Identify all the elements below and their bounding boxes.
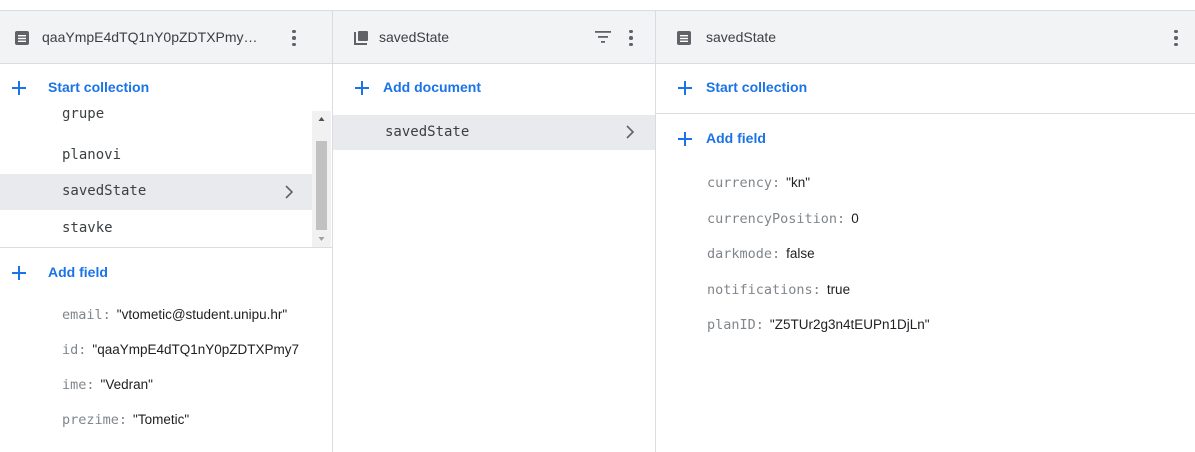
chevron-right-icon	[285, 185, 294, 199]
collection-item-savedstate[interactable]: savedState	[0, 174, 312, 210]
field-key: ime	[62, 377, 87, 393]
field-row-darkmode[interactable]: darkmode: false	[707, 246, 815, 262]
field-key: prezime	[62, 412, 119, 428]
add-field-label: Add field	[706, 130, 766, 146]
field-key: currency	[707, 175, 773, 191]
document-fields: email: "vtometic@student.unipu.hr" id: "qa…	[0, 298, 331, 452]
selected-document-panel: savedState Start collection Add field cu…	[655, 10, 1195, 452]
field-key: darkmode	[707, 246, 773, 262]
panel-header: savedState	[656, 10, 1195, 64]
panel-header: qaaYmpE4dTQ1nY0pZDTXPmy…	[0, 10, 332, 64]
more-vert-icon[interactable]	[1166, 25, 1186, 51]
field-row-prezime[interactable]: prezime: "Tometic"	[62, 412, 189, 428]
panel-title: savedState	[706, 29, 777, 45]
field-key: planID	[707, 317, 756, 333]
field-value: "vtometic@student.unipu.hr"	[116, 307, 288, 322]
field-value: false	[786, 246, 815, 261]
field-row-notifications[interactable]: notifications: true	[707, 282, 850, 298]
field-value: "Tometic"	[133, 412, 190, 427]
field-key: currencyPosition	[707, 211, 838, 227]
field-key: id	[62, 342, 79, 358]
start-collection-label: Start collection	[48, 79, 150, 95]
field-value: "kn"	[786, 175, 811, 190]
field-row-currencyposition[interactable]: currencyPosition: 0	[707, 211, 859, 227]
document-label: savedState	[385, 124, 470, 140]
add-document-label: Add document	[383, 79, 481, 95]
collection-label: stavke	[62, 220, 113, 236]
start-collection-label: Start collection	[706, 79, 808, 95]
more-vert-icon[interactable]	[284, 25, 304, 51]
start-collection-button[interactable]: Start collection	[656, 63, 1195, 113]
collection-panel: savedState Add document savedState	[332, 10, 655, 452]
scrollbar-thumb[interactable]	[316, 141, 327, 230]
field-value: 0	[851, 211, 859, 226]
scroll-down-arrow-icon[interactable]	[312, 233, 331, 245]
field-value: "qaaYmpE4dTQ1nY0pZDTXPmy7	[92, 342, 300, 357]
collection-item-grupe[interactable]: grupe	[0, 103, 312, 131]
scroll-up-arrow-icon[interactable]	[312, 113, 331, 125]
document-icon	[677, 31, 691, 45]
document-panel-root: qaaYmpE4dTQ1nY0pZDTXPmy… Start collectio…	[0, 10, 332, 452]
collection-label: grupe	[62, 106, 105, 122]
document-icon	[15, 31, 29, 45]
add-document-button[interactable]: Add document	[333, 63, 655, 113]
collection-scrollbar[interactable]	[312, 111, 331, 247]
chevron-right-icon	[626, 125, 635, 139]
field-row-email[interactable]: email: "vtometic@student.unipu.hr"	[62, 307, 287, 323]
filter-icon[interactable]	[594, 28, 612, 46]
field-value: "Vedran"	[100, 377, 153, 392]
collection-label: savedState	[62, 183, 147, 199]
plus-icon	[355, 81, 369, 95]
field-value: true	[826, 282, 851, 297]
add-field-button[interactable]: Add field	[656, 114, 1195, 164]
document-item-savedstate[interactable]: savedState	[333, 115, 655, 150]
collection-item-stavke[interactable]: stavke	[0, 211, 312, 247]
panel-title: qaaYmpE4dTQ1nY0pZDTXPmy…	[42, 29, 258, 45]
field-row-currency[interactable]: currency: "kn"	[707, 175, 810, 191]
field-row-planid[interactable]: planID: "Z5TUr2g3n4tEUPn1DjLn"	[707, 317, 930, 333]
field-row-ime[interactable]: ime: "Vedran"	[62, 377, 153, 393]
plus-icon	[12, 266, 26, 280]
collection-icon	[354, 31, 368, 45]
field-key: notifications	[707, 282, 813, 298]
plus-icon	[678, 81, 692, 95]
panel-title: savedState	[379, 29, 450, 45]
field-row-id[interactable]: id: "qaaYmpE4dTQ1nY0pZDTXPmy7	[62, 342, 299, 358]
plus-icon	[12, 81, 26, 95]
field-key: email	[62, 307, 103, 323]
collection-item-planovi[interactable]: planovi	[0, 138, 312, 174]
panel-header: savedState	[333, 10, 655, 64]
field-value: "Z5TUr2g3n4tEUPn1DjLn"	[769, 317, 930, 332]
add-field-button[interactable]: Add field	[0, 248, 332, 298]
plus-icon	[678, 132, 692, 146]
add-field-label: Add field	[48, 264, 108, 280]
more-vert-icon[interactable]	[621, 25, 641, 51]
collection-label: planovi	[62, 147, 122, 163]
